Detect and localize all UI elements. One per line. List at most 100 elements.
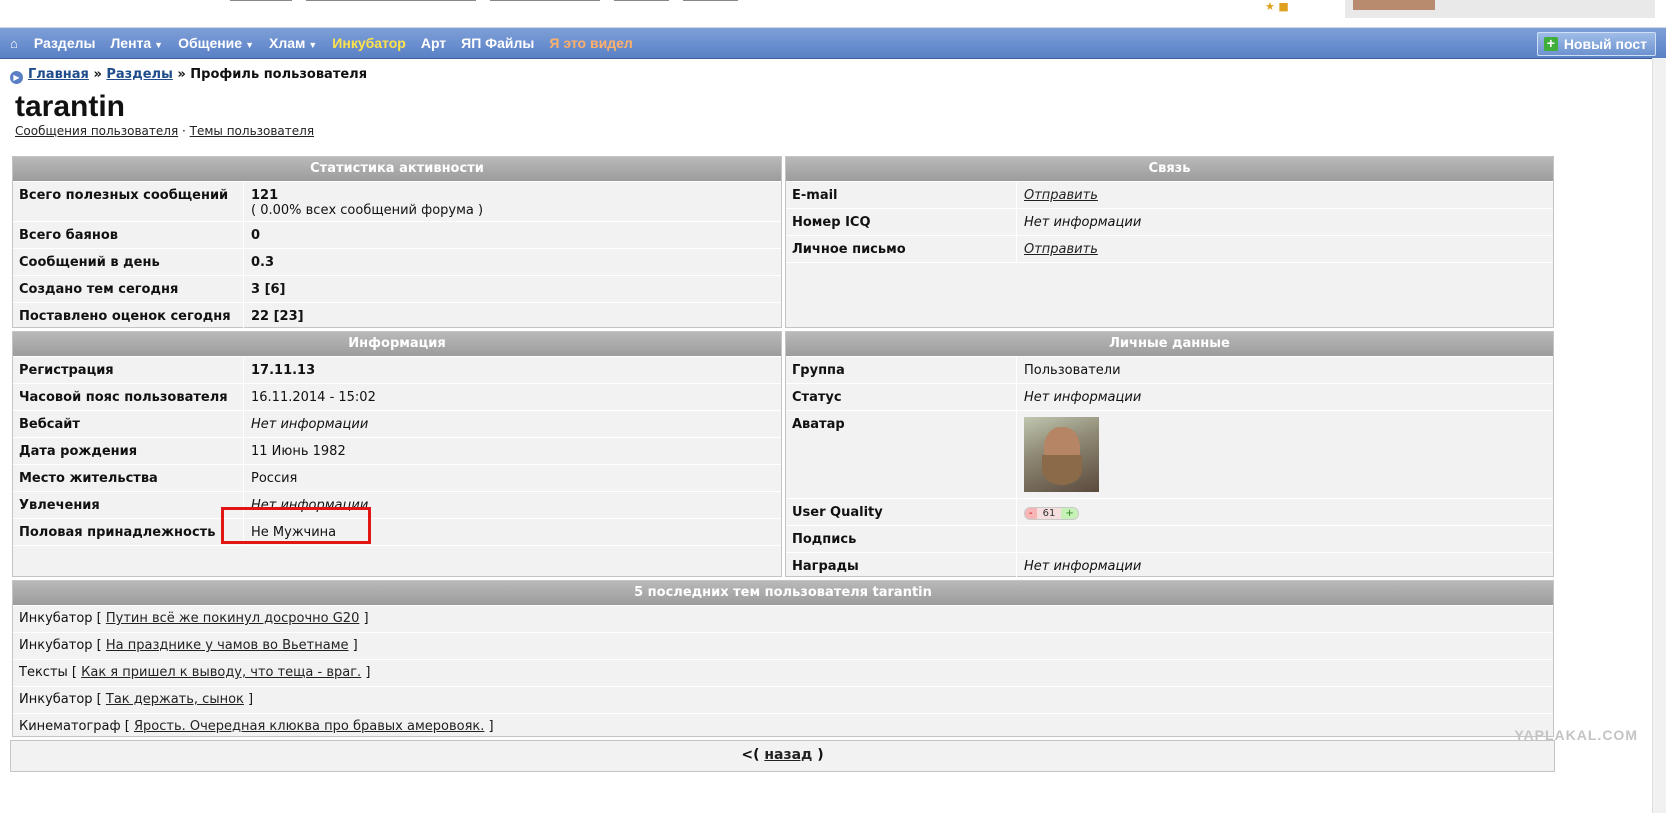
info-label: Вебсайт [19, 417, 80, 432]
arrow-circle-icon: ▶ [10, 71, 23, 84]
breadcrumb-home[interactable]: Главная [28, 67, 89, 82]
stat-value: 3 [6] [243, 276, 781, 302]
breadcrumb-sections[interactable]: Разделы [106, 67, 172, 82]
new-post-label: Новый пост [1563, 36, 1647, 52]
info-row: Дата рождения 11 Июнь 1982 [13, 438, 781, 465]
stat-row: Создано тем сегодня 3 [6] [13, 276, 781, 303]
nav-khlam[interactable]: Хлам ▼ [269, 35, 317, 51]
info-row: Регистрация 17.11.13 [13, 357, 781, 384]
avatar-cell [1016, 411, 1553, 498]
home-icon[interactable]: ⌂ [10, 36, 18, 51]
contact-label: E-mail [792, 188, 838, 203]
user-links: Сообщения пользователя · Темы пользовате… [15, 124, 314, 138]
stat-label: Сообщений в день [19, 255, 160, 270]
personal-row: User Quality - 61 + [786, 499, 1553, 526]
user-topics-link[interactable]: Темы пользователя [190, 124, 314, 138]
icq-value: Нет информации [1016, 209, 1553, 235]
personal-label: Группа [792, 363, 845, 378]
nav-ya-eto-videl[interactable]: Я это видел [549, 35, 632, 51]
info-label: Место жительства [19, 471, 158, 486]
main-nav: ⌂ Разделы Лента ▼ Общение ▼ Хлам ▼ Инкубато… [0, 28, 1666, 59]
group-value: Пользователи [1016, 357, 1553, 383]
nav-yap-faily[interactable]: ЯП Файлы [461, 35, 534, 51]
activity-stats-header: Статистика активности [13, 157, 781, 182]
user-quality-cell: - 61 + [1016, 499, 1553, 525]
avatar[interactable] [1024, 417, 1099, 492]
topic-section: Инкубатор [19, 692, 93, 707]
personal-panel: Личные данные Группа Пользователи Статус… [785, 331, 1554, 579]
topic-section: Инкубатор [19, 611, 93, 626]
info-header: Информация [13, 332, 781, 357]
contact-panel: Связь E-mail Отправить Номер ICQ Нет инф… [785, 156, 1554, 328]
nav-art[interactable]: Арт [421, 35, 446, 51]
info-value: Нет информации [243, 411, 781, 437]
topic-link[interactable]: На празднике у чамов во Вьетнаме [106, 638, 349, 653]
stat-label: Поставлено оценок сегодня [19, 309, 231, 324]
personal-row: Награды Нет информации [786, 553, 1553, 579]
back-link[interactable]: назад [764, 747, 812, 763]
info-value: 16.11.2014 - 15:02 [243, 384, 781, 410]
nav-obshchenie[interactable]: Общение ▼ [178, 35, 254, 51]
signature-value [1016, 526, 1553, 552]
personal-row: Подпись [786, 526, 1553, 553]
contact-label: Номер ICQ [792, 215, 871, 230]
info-panel: Информация Регистрация 17.11.13 Часовой … [12, 331, 782, 577]
stat-row: Поставлено оценок сегодня 22 [23] [13, 303, 781, 329]
info-row: Половая принадлежность Не Мужчина [13, 519, 781, 546]
topic-link[interactable]: Путин всё же покинул досрочно G20 [106, 611, 359, 626]
email-send-link[interactable]: Отправить [1024, 188, 1098, 203]
personal-label: Статус [792, 390, 842, 405]
breadcrumb-current: Профиль пользователя [190, 67, 368, 82]
contact-row: Личное письмо Отправить [786, 236, 1553, 263]
top-thumbnail[interactable] [1345, 0, 1655, 18]
stat-value: 22 [23] [243, 303, 781, 329]
quality-minus-button[interactable]: - [1025, 508, 1037, 519]
info-label: Дата рождения [19, 444, 138, 459]
info-row: Часовой пояс пользователя 16.11.2014 - 1… [13, 384, 781, 411]
plus-icon: + [1543, 36, 1558, 51]
quality-plus-button[interactable]: + [1061, 508, 1078, 519]
top-strip-links [230, 0, 752, 15]
awards-value: Нет информации [1016, 553, 1553, 579]
personal-label: Подпись [792, 532, 857, 547]
highlight-box [221, 507, 371, 544]
chevron-down-icon: ▼ [154, 40, 164, 50]
browser-top-strip: ★ ■ [0, 0, 1666, 28]
topic-section: Кинематограф [19, 719, 121, 734]
user-links-sep: · [182, 124, 186, 138]
stat-label: Всего полезных сообщений [19, 188, 229, 203]
contact-row: Номер ICQ Нет информации [786, 209, 1553, 236]
topic-section: Тексты [19, 665, 68, 680]
topic-link[interactable]: Ярость. Очередная клюква про бравых амер… [134, 719, 484, 734]
topic-row: Инкубатор [ Путин всё же покинул досрочн… [13, 606, 1553, 633]
recent-topics-panel: 5 последних тем пользователя tarantin Ин… [12, 580, 1554, 737]
stat-label: Всего баянов [19, 228, 119, 243]
nav-inkubator[interactable]: Инкубатор [332, 35, 406, 51]
contact-header: Связь [786, 157, 1553, 182]
pm-send-link[interactable]: Отправить [1024, 242, 1098, 257]
stat-label: Создано тем сегодня [19, 282, 179, 297]
personal-label: Награды [792, 559, 859, 574]
status-value: Нет информации [1016, 384, 1553, 410]
info-row: Вебсайт Нет информации [13, 411, 781, 438]
topic-link[interactable]: Так держать, сынок [106, 692, 244, 707]
avatar-beard [1042, 455, 1082, 485]
topic-link[interactable]: Как я пришел к выводу, что теща - враг. [81, 665, 361, 680]
topic-row: Кинематограф [ Ярость. Очередная клюква … [19, 719, 494, 734]
topic-row: Тексты [ Как я пришел к выводу, что теща… [13, 660, 1553, 687]
info-label: Регистрация [19, 363, 114, 378]
personal-header: Личные данные [786, 332, 1553, 357]
stat-row: Сообщений в день 0.3 [13, 249, 781, 276]
back-suffix: ) [817, 747, 824, 763]
new-post-button[interactable]: + Новый пост [1536, 32, 1656, 56]
back-bar: <( назад ) [10, 740, 1555, 772]
contact-label: Личное письмо [792, 242, 906, 257]
user-posts-link[interactable]: Сообщения пользователя [15, 124, 178, 138]
breadcrumb: ▶ Главная » Разделы » Профиль пользовател… [10, 67, 367, 84]
nav-razdely[interactable]: Разделы [34, 35, 96, 51]
top-star-icon[interactable]: ★ ■ [1265, 0, 1289, 13]
nav-lenta[interactable]: Лента ▼ [110, 35, 163, 51]
topic-section: Инкубатор [19, 638, 93, 653]
info-value: 17.11.13 [243, 357, 781, 383]
page-scrollbar[interactable] [1652, 58, 1666, 813]
